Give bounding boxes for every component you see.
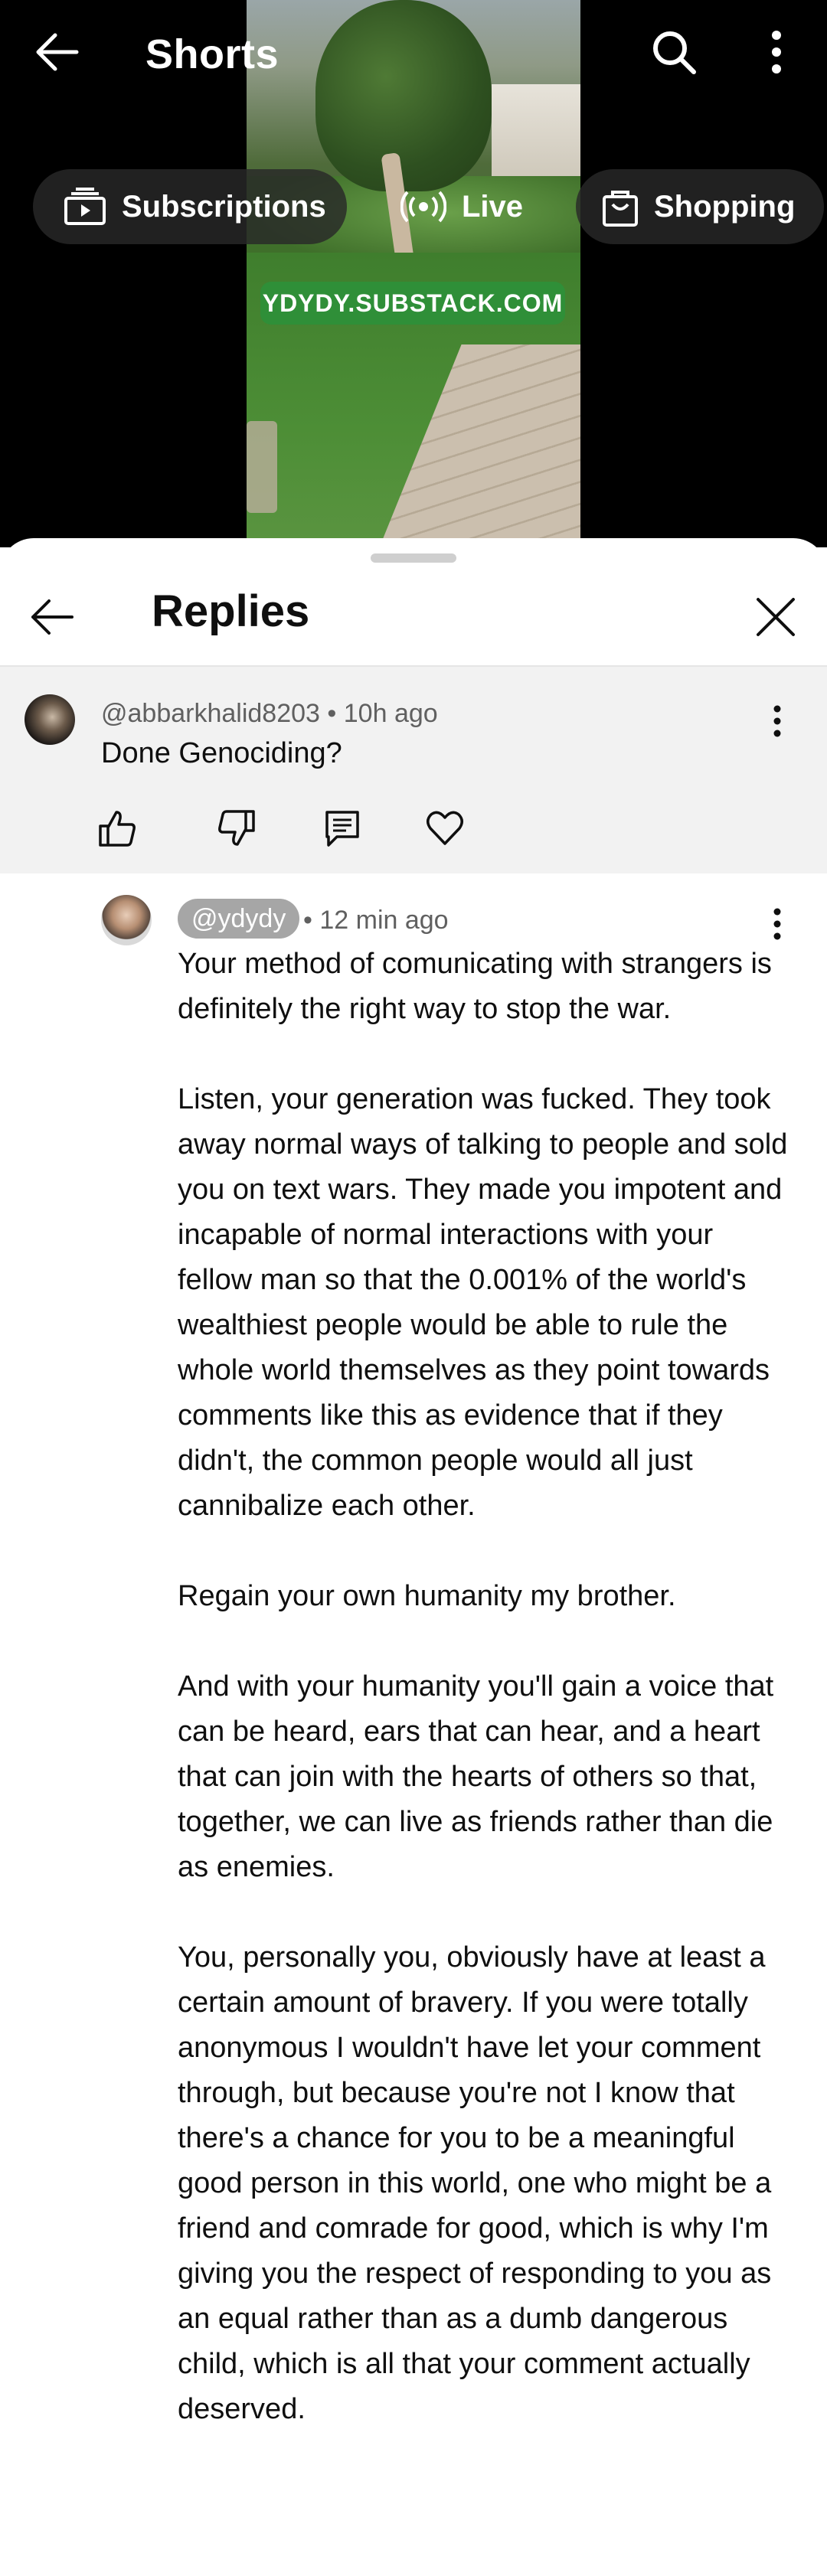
- more-vert-icon[interactable]: [763, 28, 790, 77]
- subscriptions-chip[interactable]: Subscriptions: [33, 169, 347, 244]
- arrow-left-icon[interactable]: [34, 32, 80, 72]
- comment-time: 10h ago: [343, 699, 438, 728]
- comment-icon[interactable]: [322, 808, 363, 849]
- subscriptions-label: Subscriptions: [122, 189, 326, 224]
- live-label: Live: [462, 189, 524, 224]
- replies-sheet: Replies @abbarkhalid8203 • 10h ago Done …: [0, 538, 827, 2576]
- avatar[interactable]: [101, 895, 152, 945]
- page-title: Shorts: [145, 31, 279, 77]
- close-icon[interactable]: [754, 596, 797, 638]
- more-vert-icon[interactable]: [766, 905, 789, 943]
- comment-text: Done Genociding?: [101, 737, 342, 769]
- arrow-left-icon[interactable]: [29, 598, 75, 636]
- shopping-chip[interactable]: Shopping: [576, 169, 824, 244]
- video-stone: [247, 421, 277, 513]
- parent-comment: @abbarkhalid8203 • 10h ago Done Genocidi…: [0, 667, 827, 873]
- comment-author[interactable]: @abbarkhalid8203: [101, 699, 320, 728]
- search-icon[interactable]: [649, 28, 698, 77]
- comment-meta: @abbarkhalid8203 • 10h ago: [101, 699, 438, 729]
- live-chip[interactable]: Live: [378, 169, 554, 244]
- meta-separator: •: [327, 699, 344, 728]
- shopping-bag-icon: [603, 191, 638, 227]
- thumb-up-icon[interactable]: [96, 808, 138, 849]
- heart-icon[interactable]: [424, 808, 466, 849]
- more-vert-icon[interactable]: [766, 702, 789, 740]
- drag-handle[interactable]: [371, 553, 456, 563]
- reply-author-chip[interactable]: @ydydy: [178, 899, 300, 939]
- shopping-label: Shopping: [654, 189, 796, 224]
- thumb-down-icon[interactable]: [216, 808, 257, 849]
- sheet-title: Replies: [152, 586, 310, 636]
- top-bar: Shorts: [0, 0, 827, 107]
- video-watermark: YDYDY.SUBSTACK.COM: [260, 282, 565, 325]
- avatar[interactable]: [25, 694, 75, 745]
- live-icon: [400, 191, 446, 223]
- subscriptions-icon: [64, 188, 106, 225]
